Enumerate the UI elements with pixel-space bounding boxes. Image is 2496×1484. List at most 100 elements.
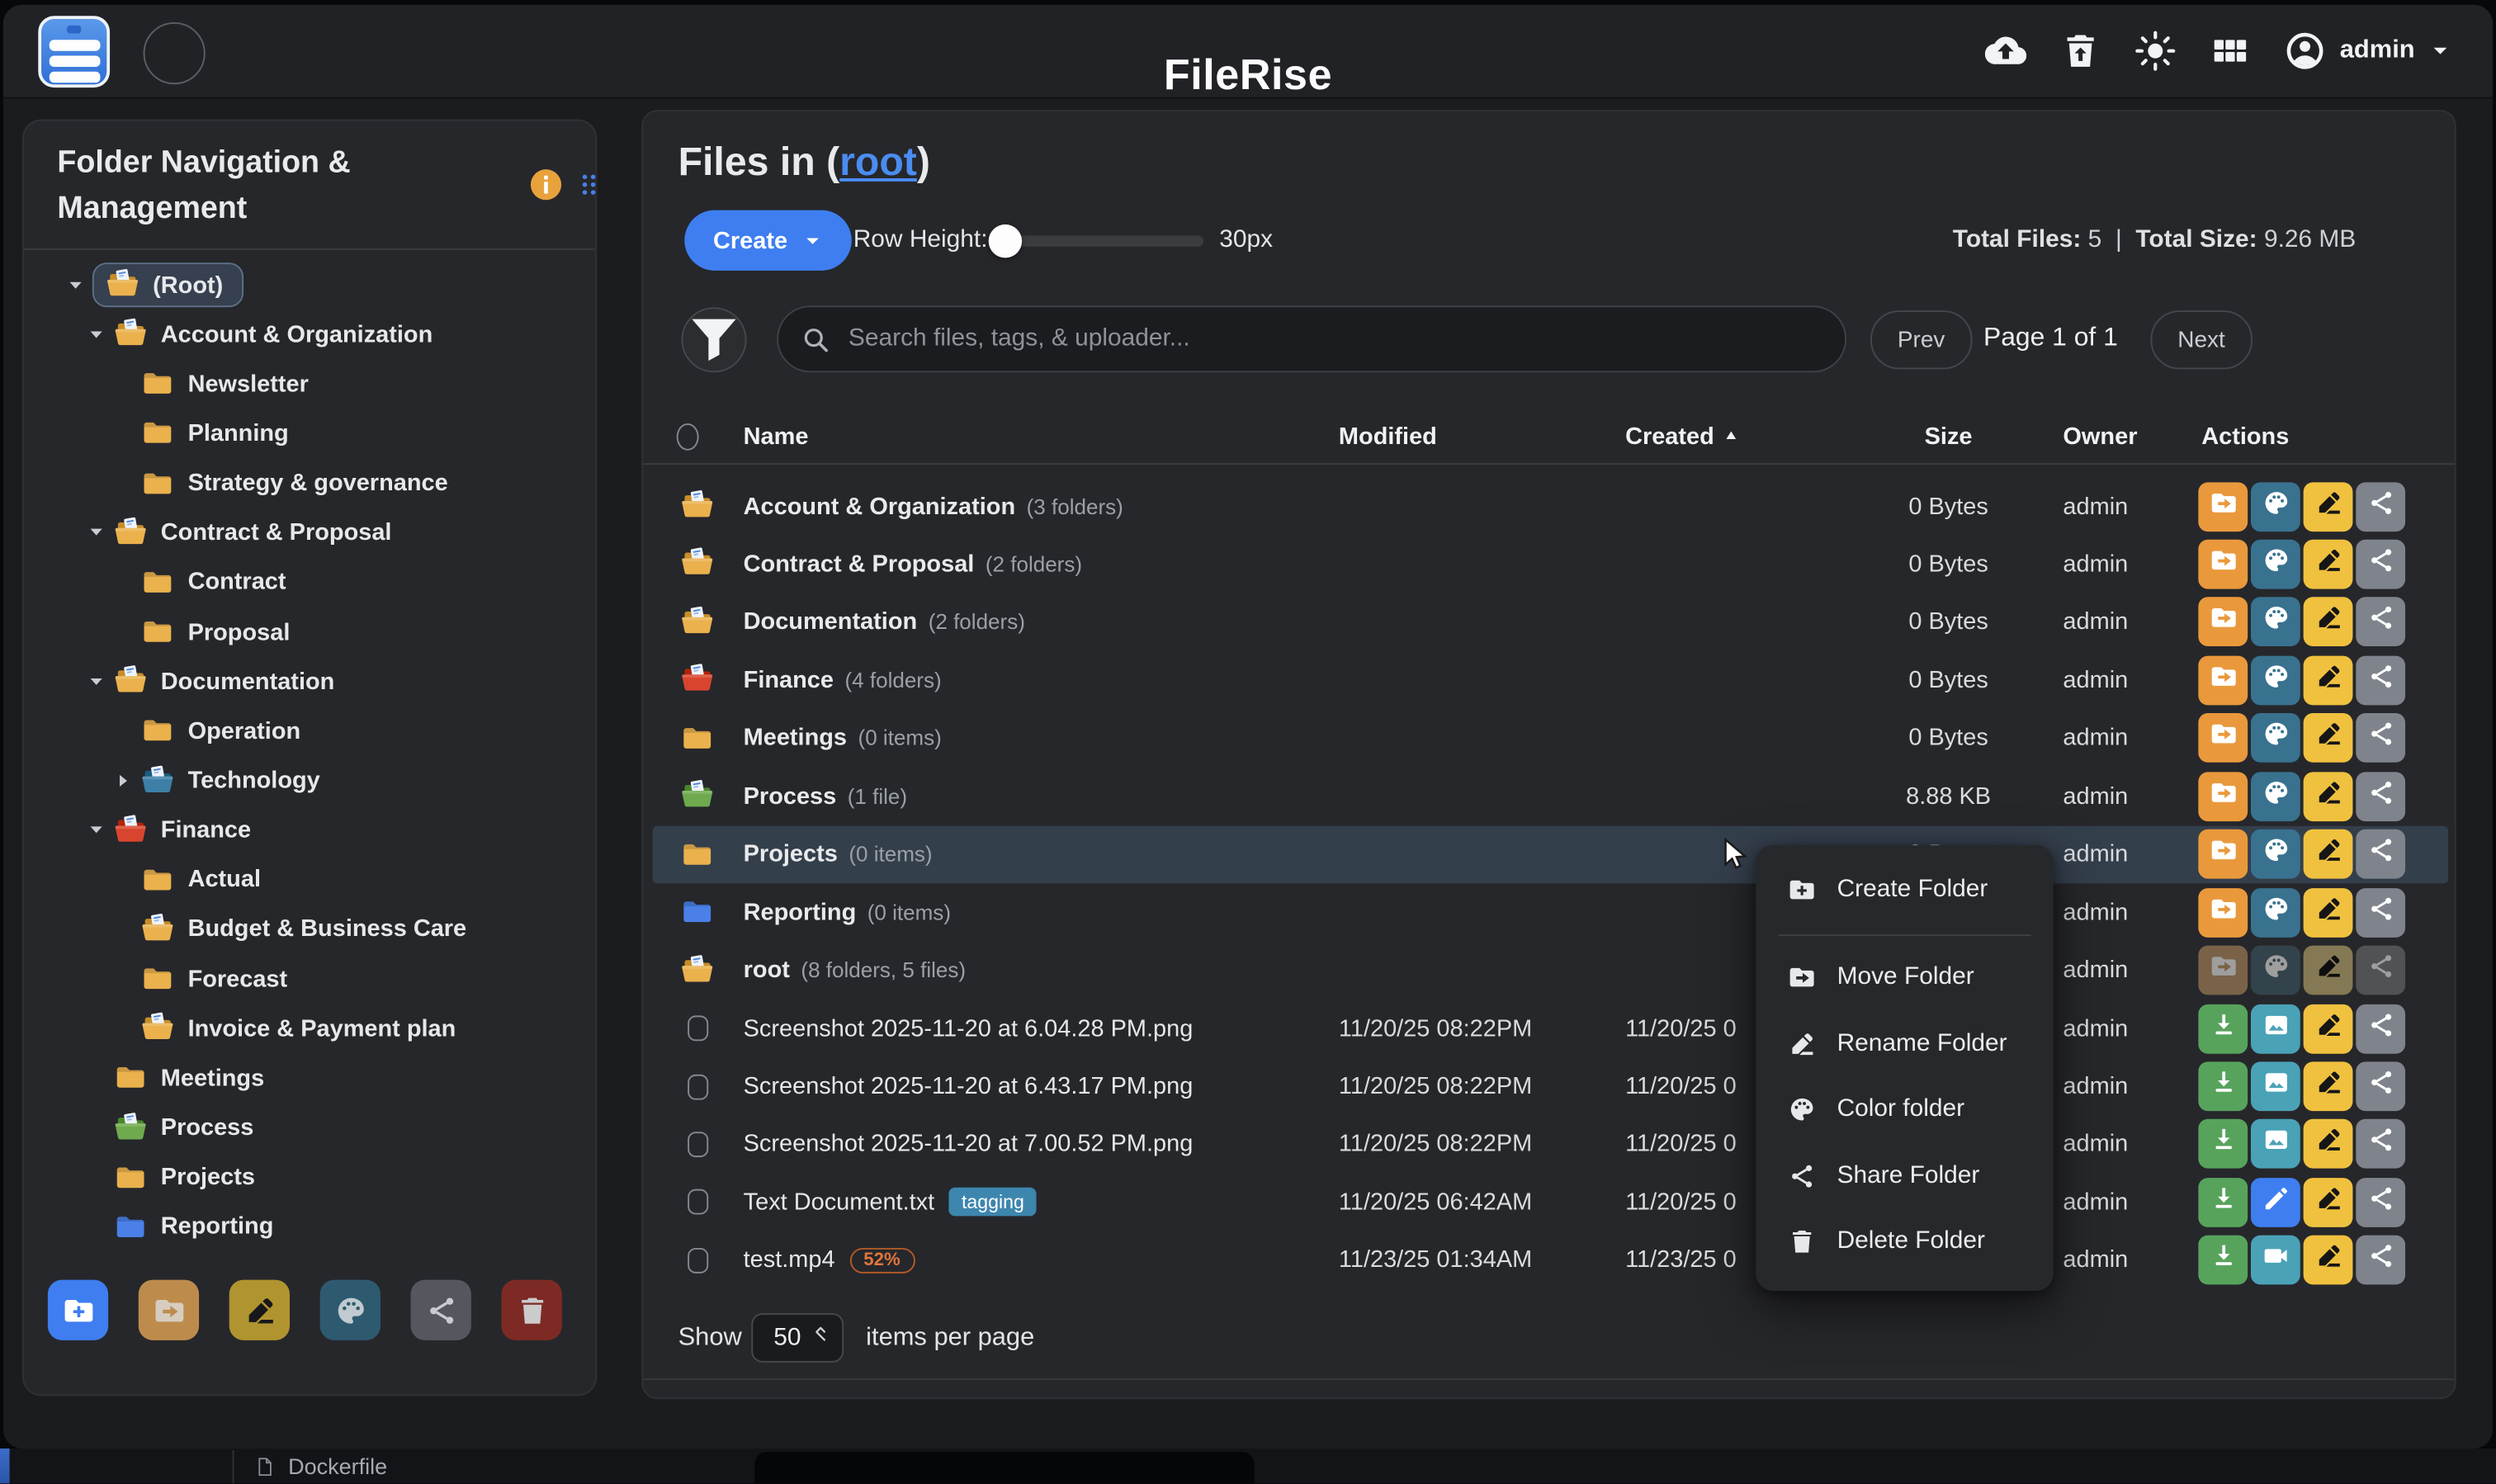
download-action-button[interactable] — [2198, 1178, 2248, 1227]
download-action-button[interactable] — [2198, 1120, 2248, 1170]
root-breadcrumb-link[interactable]: root — [839, 140, 917, 185]
rename-action-button[interactable] — [2304, 1120, 2353, 1170]
share-folder-button[interactable] — [411, 1280, 471, 1340]
palette-action-button[interactable] — [2251, 714, 2300, 763]
column-header-owner[interactable]: Owner — [2063, 414, 2137, 458]
folder-name[interactable]: Account & Organization — [744, 493, 1015, 520]
folder-row-meetings[interactable]: Meetings(0 items)0 Bytesadmin — [653, 710, 2448, 767]
download-action-button[interactable] — [2198, 1236, 2248, 1285]
tree-item-budget-business-care[interactable]: Budget & Business Care — [115, 909, 466, 950]
move-action-button[interactable] — [2198, 772, 2248, 821]
tree-expander-icon[interactable] — [87, 326, 113, 343]
tree-item-actual[interactable]: Actual — [115, 859, 261, 900]
edit-action-button[interactable] — [2251, 1178, 2300, 1227]
file-name[interactable]: Screenshot 2025-11-20 at 7.00.52 PM.png — [744, 1131, 1194, 1158]
row-checkbox[interactable] — [687, 1132, 707, 1157]
image-action-button[interactable] — [2251, 1004, 2300, 1053]
tree-item-account-organization[interactable]: Account & Organization — [87, 314, 433, 355]
rename-action-button[interactable] — [2304, 1061, 2353, 1111]
row-checkbox[interactable] — [687, 1189, 707, 1215]
file-name[interactable]: Screenshot 2025-11-20 at 6.04.28 PM.png — [744, 1015, 1194, 1042]
tree-expander-icon[interactable] — [87, 673, 113, 690]
theme-sun-icon[interactable] — [2134, 31, 2176, 72]
apps-grid-icon[interactable] — [2210, 31, 2251, 72]
rename-folder-button[interactable] — [229, 1280, 290, 1340]
palette-action-button[interactable] — [2251, 887, 2300, 937]
folder-name[interactable]: root — [744, 957, 790, 984]
upload-cloud-icon[interactable] — [1985, 31, 2026, 72]
tree-item--root-[interactable]: (Root) — [67, 264, 243, 305]
folder-name[interactable]: Projects — [744, 841, 838, 868]
folder-name[interactable]: Meetings — [744, 725, 847, 752]
search-input[interactable] — [845, 323, 1822, 355]
rename-action-button[interactable] — [2304, 946, 2353, 995]
rename-action-button[interactable] — [2304, 481, 2353, 531]
context-menu-item-create-folder[interactable]: Create Folder — [1756, 866, 2054, 914]
context-menu-item-delete-folder[interactable]: Delete Folder — [1756, 1217, 2054, 1265]
video-action-button[interactable] — [2251, 1236, 2300, 1285]
context-menu-item-move-folder[interactable]: Move Folder — [1756, 953, 2054, 1001]
rename-action-button[interactable] — [2304, 598, 2353, 647]
move-action-button[interactable] — [2198, 946, 2248, 995]
palette-action-button[interactable] — [2251, 772, 2300, 821]
download-action-button[interactable] — [2198, 1004, 2248, 1053]
column-header-name[interactable]: Name — [744, 414, 809, 458]
palette-action-button[interactable] — [2251, 829, 2300, 879]
tree-item-invoice-payment-plan[interactable]: Invoice & Payment plan — [115, 1008, 456, 1049]
select-all-checkbox[interactable] — [677, 423, 699, 450]
tree-item-planning[interactable]: Planning — [115, 413, 289, 454]
download-action-button[interactable] — [2198, 1061, 2248, 1111]
row-checkbox[interactable] — [687, 1248, 707, 1274]
tree-item-proposal[interactable]: Proposal — [115, 612, 291, 653]
share-action-button[interactable] — [2356, 887, 2405, 937]
share-action-button[interactable] — [2356, 1061, 2405, 1111]
tree-item-process[interactable]: Process — [87, 1107, 253, 1148]
share-action-button[interactable] — [2356, 540, 2405, 589]
tree-item-reporting[interactable]: Reporting — [87, 1207, 273, 1248]
prev-page-button[interactable]: Prev — [1870, 310, 1972, 369]
share-action-button[interactable] — [2356, 481, 2405, 531]
trash-restore-icon[interactable] — [2059, 31, 2101, 72]
move-action-button[interactable] — [2198, 481, 2248, 531]
drag-handle-icon[interactable] — [574, 168, 603, 201]
share-action-button[interactable] — [2356, 1120, 2405, 1170]
row-checkbox[interactable] — [687, 1016, 707, 1042]
row-checkbox[interactable] — [687, 1074, 707, 1099]
folder-name[interactable]: Finance — [744, 667, 834, 694]
folder-row-root[interactable]: root(8 folders, 5 files)admin — [653, 942, 2448, 999]
rename-action-button[interactable] — [2304, 714, 2353, 763]
folder-row-account-organization[interactable]: Account & Organization(3 folders)0 Bytes… — [653, 478, 2448, 535]
rename-action-button[interactable] — [2304, 829, 2353, 879]
folder-row-documentation[interactable]: Documentation(2 folders)0 Bytesadmin — [653, 593, 2448, 650]
palette-action-button[interactable] — [2251, 655, 2300, 705]
share-action-button[interactable] — [2356, 829, 2405, 879]
file-row-text-document-txt[interactable]: Text Document.txttagging11/20/25 06:42AM… — [653, 1174, 2448, 1231]
folder-name[interactable]: Documentation — [744, 608, 918, 636]
context-menu-item-color-folder[interactable]: Color folder — [1756, 1085, 2054, 1133]
folder-row-process[interactable]: Process(1 file)8.88 KBadmin — [653, 768, 2448, 825]
file-row-screenshot-2025-11-20-at-6-04-28-pm-png[interactable]: Screenshot 2025-11-20 at 6.04.28 PM.png1… — [653, 1000, 2448, 1056]
palette-action-button[interactable] — [2251, 946, 2300, 995]
move-action-button[interactable] — [2198, 598, 2248, 647]
move-action-button[interactable] — [2198, 540, 2248, 589]
tree-item-technology[interactable]: Technology — [115, 760, 320, 801]
rename-action-button[interactable] — [2304, 772, 2353, 821]
tree-item-strategy-governance[interactable]: Strategy & governance — [115, 462, 448, 503]
file-row-screenshot-2025-11-20-at-6-43-17-pm-png[interactable]: Screenshot 2025-11-20 at 6.43.17 PM.png1… — [653, 1058, 2448, 1115]
tree-expander-icon[interactable] — [67, 276, 92, 294]
tree-item-forecast[interactable]: Forecast — [115, 958, 287, 1000]
tree-expander-icon[interactable] — [87, 821, 113, 839]
create-folder-button[interactable] — [48, 1280, 108, 1340]
image-action-button[interactable] — [2251, 1120, 2300, 1170]
rename-action-button[interactable] — [2304, 1178, 2353, 1227]
filter-button[interactable] — [681, 307, 746, 372]
move-action-button[interactable] — [2198, 655, 2248, 705]
folder-row-contract-proposal[interactable]: Contract & Proposal(2 folders)0 Bytesadm… — [653, 536, 2448, 593]
context-menu-item-rename-folder[interactable]: Rename Folder — [1756, 1019, 2054, 1067]
delete-folder-button[interactable] — [501, 1280, 561, 1340]
palette-action-button[interactable] — [2251, 481, 2300, 531]
tree-item-finance[interactable]: Finance — [87, 810, 251, 851]
rename-action-button[interactable] — [2304, 887, 2353, 937]
share-action-button[interactable] — [2356, 714, 2405, 763]
items-per-page-select[interactable]: 50 — [751, 1313, 844, 1363]
